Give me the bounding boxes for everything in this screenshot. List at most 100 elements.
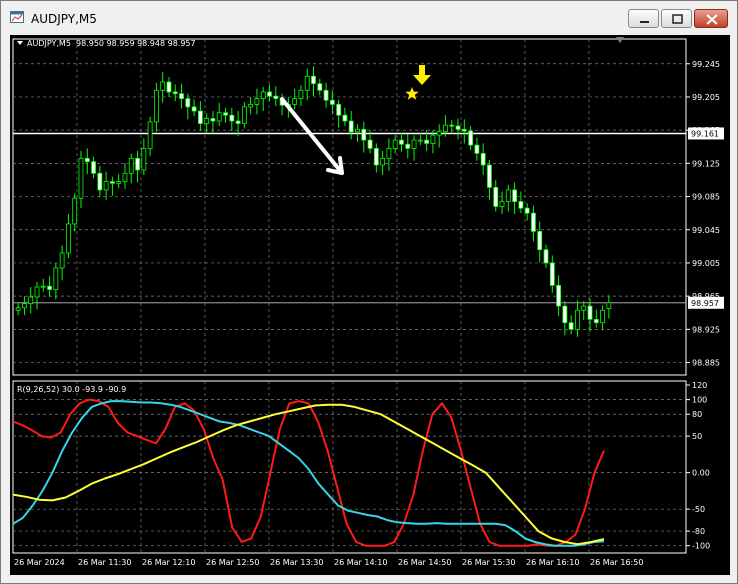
bull-candle <box>28 296 34 305</box>
bear-candle <box>461 128 467 132</box>
bear-candle <box>568 322 574 330</box>
bear-candle <box>543 249 549 264</box>
bear-candle <box>210 118 216 122</box>
bull-candle <box>436 131 442 136</box>
bear-candle <box>166 81 172 93</box>
bear-candle <box>311 75 316 85</box>
bull-candle <box>40 285 46 288</box>
price-chart[interactable]: 26 Mar 2024 26 Mar 11:30 26 Mar 12:10 26 Ma… <box>10 35 730 575</box>
bear-candle <box>267 91 272 97</box>
bull-candle <box>53 267 59 290</box>
bull-candle <box>103 181 109 191</box>
bull-candle <box>248 104 254 108</box>
bear-candle <box>135 157 140 171</box>
bear-candle <box>449 124 455 127</box>
bear-candle <box>455 125 461 130</box>
x-tick-label: 26 Mar 11:30 <box>78 558 131 567</box>
symbol-label: AUDJPY,M5 <box>27 39 71 48</box>
bear-candle <box>235 120 241 124</box>
bear-candle <box>405 143 411 149</box>
x-tick-label: 26 Mar 15:30 <box>462 558 515 567</box>
x-tick-label: 26 Mar 16:50 <box>590 558 643 567</box>
x-tick-label: 26 Mar 16:10 <box>526 558 579 567</box>
bull-candle <box>380 157 386 166</box>
bear-candle <box>336 104 342 116</box>
down-arrow-icon <box>413 65 431 85</box>
x-tick-label: 26 Mar 2024 <box>14 558 65 567</box>
bear-candle <box>342 114 348 122</box>
bear-candle <box>474 144 480 154</box>
bear-candle <box>399 139 404 145</box>
indicator-y-tick-label: -100 <box>692 542 710 551</box>
bull-candle <box>292 98 298 105</box>
bear-candle <box>493 187 499 207</box>
x-tick-label: 26 Mar 14:50 <box>398 558 451 567</box>
close-button[interactable] <box>694 9 728 28</box>
bear-candle <box>323 89 329 101</box>
dropdown-triangle-icon[interactable] <box>17 41 23 45</box>
bear-candle <box>373 148 379 166</box>
bear-candle <box>537 231 543 251</box>
indicator-y-tick-label: -50 <box>692 505 705 514</box>
star-icon <box>405 87 419 100</box>
bear-candle <box>480 152 486 166</box>
window-titlebar[interactable]: AUDJPY,M5 <box>1 1 737 35</box>
bull-candle <box>411 139 417 149</box>
bear-candle <box>179 93 184 100</box>
bear-candle <box>223 112 228 116</box>
bear-candle <box>84 157 90 163</box>
bear-candle <box>549 262 555 286</box>
bull-candle <box>216 112 222 122</box>
chart-shift-marker <box>616 37 624 43</box>
indicator-label: R(9,26,52) 30.0 -93.9 -90.9 <box>17 385 127 394</box>
bull-candle <box>72 197 78 225</box>
bull-candle <box>153 89 159 123</box>
close-icon <box>706 14 718 25</box>
bear-candle <box>367 139 373 149</box>
bear-candle <box>185 98 191 108</box>
minimize-icon <box>640 21 649 23</box>
bear-candle <box>524 207 530 214</box>
bear-candle <box>593 318 599 324</box>
bull-candle <box>122 172 128 183</box>
bull-candle <box>606 302 612 310</box>
bull-candle <box>499 201 505 207</box>
bear-candle <box>47 285 52 290</box>
indicator-y-tick-label: 80 <box>692 410 702 419</box>
bull-candle <box>260 91 266 100</box>
bear-candle <box>531 212 536 232</box>
bear-candle <box>468 130 474 146</box>
bull-candle <box>59 252 65 269</box>
bull-candle <box>34 286 40 298</box>
bull-candle <box>241 106 247 124</box>
chart-canvas[interactable]: 26 Mar 2024 26 Mar 11:30 26 Mar 12:10 26 Ma… <box>10 35 730 575</box>
bull-candle <box>505 189 511 202</box>
bull-candle <box>254 98 260 105</box>
minimize-button[interactable] <box>628 9 659 28</box>
maximize-button[interactable] <box>661 9 692 28</box>
bear-candle <box>110 181 115 184</box>
bull-candle <box>128 157 134 174</box>
bull-candle <box>204 118 210 124</box>
x-tick-label: 26 Mar 13:30 <box>270 558 323 567</box>
bull-candle <box>430 134 436 144</box>
main-plot-frame <box>12 38 687 376</box>
bear-candle <box>361 128 367 141</box>
bull-candle <box>392 139 398 149</box>
y-tick-label: 98.885 <box>692 359 720 368</box>
indicator-y-tick-label: 50 <box>692 432 702 441</box>
bear-candle <box>273 95 279 100</box>
y-tick-label: 99.205 <box>692 93 720 102</box>
bear-candle <box>229 114 235 122</box>
bull-candle <box>15 307 21 311</box>
bull-candle <box>575 309 580 330</box>
bull-candle <box>160 81 166 91</box>
slow-line <box>12 403 605 546</box>
bull-candle <box>298 89 304 100</box>
x-tick-label: 26 Mar 12:50 <box>206 558 259 567</box>
mid-line <box>12 400 605 547</box>
bear-candle <box>556 284 561 307</box>
bear-candle <box>424 139 430 144</box>
bear-candle <box>97 172 103 191</box>
bear-candle <box>91 161 96 174</box>
